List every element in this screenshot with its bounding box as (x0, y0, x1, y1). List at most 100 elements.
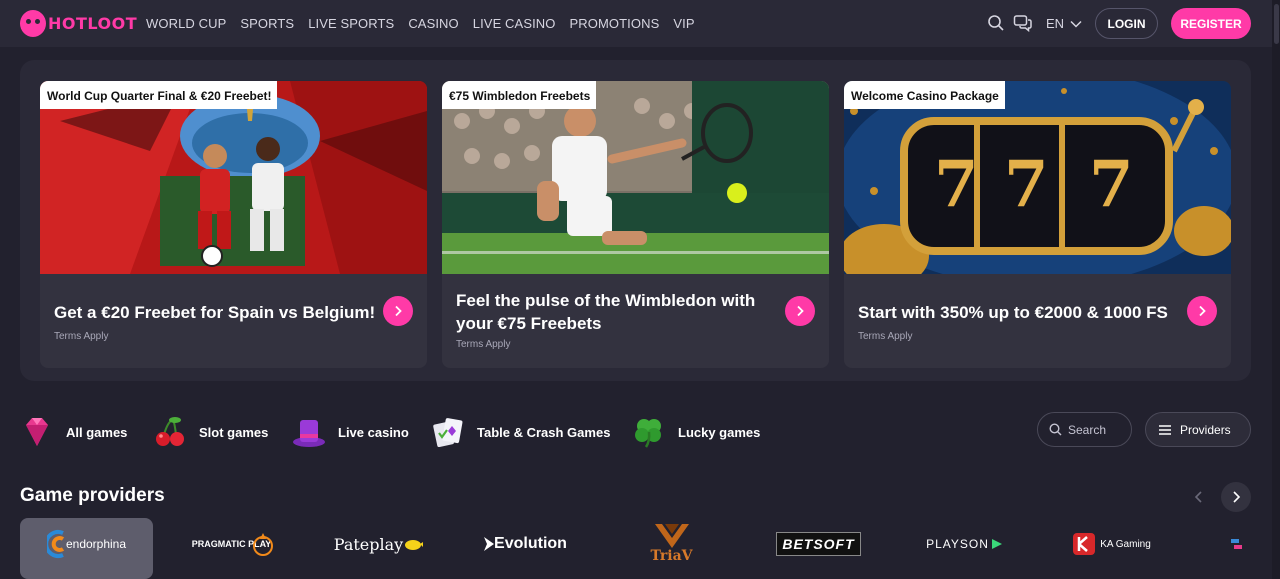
provider-name: BETSOFT (776, 532, 861, 556)
svg-text:7: 7 (1004, 147, 1049, 222)
search-icon[interactable] (987, 14, 1005, 32)
promo-open-button[interactable] (383, 296, 413, 326)
promo-card-wimbledon[interactable]: €75 Wimbledon Freebets Feel the pulse of… (442, 81, 829, 368)
language-selector[interactable]: EN (1046, 16, 1082, 31)
chevron-right-icon (1199, 305, 1206, 317)
category-all-games[interactable]: All games (20, 414, 127, 450)
provider-logo: PLAYSON (926, 518, 1003, 570)
pragmatic-logo-icon (253, 533, 274, 556)
category-live-casino[interactable]: Live casino (292, 414, 409, 450)
chat-icon[interactable] (1013, 14, 1032, 32)
casino-banner-image: 7 7 7 (844, 81, 1231, 274)
svg-text:7: 7 (934, 147, 979, 222)
chevron-left-icon (1194, 491, 1202, 503)
provider-logo-partial-icon (1231, 539, 1242, 549)
clover-icon (635, 419, 661, 448)
triav-logo-icon (654, 524, 689, 548)
endorphina-logo-icon (46, 530, 65, 558)
scrollbar-thumb[interactable] (1274, 4, 1279, 44)
language-label: EN (1046, 16, 1065, 31)
provider-tile[interactable] (1191, 518, 1251, 579)
chevron-right-icon (797, 305, 804, 317)
skull-logo-icon (20, 10, 46, 37)
provider-logo: Pateplay (333, 518, 424, 570)
nav-casino[interactable]: CASINO (408, 16, 458, 31)
provider-logo: Evolution (484, 518, 567, 570)
providers-carousel: endorphina PRAGMATIC PLAY Pateplay Evolu… (20, 518, 1251, 579)
play-icon (991, 539, 1002, 549)
provider-name: Evolution (494, 535, 567, 552)
section-title: Game providers (20, 485, 165, 506)
world-cup-banner-image (40, 81, 427, 274)
nav-sports[interactable]: SPORTS (240, 16, 294, 31)
category-slot-games[interactable]: Slot games (153, 414, 268, 450)
provider-name: PLAYSON (926, 537, 989, 551)
provider-tile[interactable]: PRAGMATIC PLAY (166, 518, 299, 579)
promo-title: Get a €20 Freebet for Spain vs Belgium! (54, 303, 376, 322)
hotloot-logo[interactable]: HOTLOOT (20, 10, 137, 37)
search-label: Search (1068, 422, 1107, 437)
promo-terms[interactable]: Terms Apply (456, 339, 510, 350)
category-label: Table & Crash Games (477, 424, 611, 440)
provider-logo: BETSOFT (776, 518, 861, 570)
nav-live-sports[interactable]: LIVE SPORTS (308, 16, 394, 31)
cards-icon (433, 418, 463, 448)
chevron-right-icon (1233, 491, 1241, 503)
menu-icon (1159, 424, 1171, 435)
provider-logo: endorphina (46, 518, 126, 570)
promo-terms[interactable]: Terms Apply (54, 331, 108, 342)
promo-tag: World Cup Quarter Final & €20 Freebet! (40, 81, 278, 109)
providers-prev-button[interactable] (1186, 484, 1212, 510)
ka-gaming-logo-icon (1073, 533, 1096, 555)
provider-logo (1198, 518, 1244, 570)
category-label: Lucky games (678, 424, 761, 440)
provider-name: TriaV (650, 548, 693, 564)
promo-open-button[interactable] (785, 296, 815, 326)
provider-logo: KA Gaming (1072, 518, 1151, 570)
top-hat-icon (293, 420, 325, 447)
page-scrollbar[interactable] (1272, 0, 1280, 579)
bird-icon (405, 540, 424, 550)
category-lucky-games[interactable]: Lucky games (632, 414, 760, 450)
game-search-button[interactable]: Search (1037, 412, 1132, 447)
provider-name: KA Gaming (1100, 538, 1151, 550)
cherry-icon (156, 417, 184, 446)
provider-name: Pateplay (333, 534, 404, 554)
nav-world-cup[interactable]: WORLD CUP (146, 16, 226, 31)
promo-card-casino[interactable]: 7 7 7 Welcome Casino Package Start with … (844, 81, 1231, 368)
promotions-panel: World Cup Quarter Final & €20 Freebet! G… (20, 60, 1251, 381)
category-label: Slot games (199, 424, 269, 440)
main-nav: WORLD CUP SPORTS LIVE SPORTS CASINO LIVE… (146, 16, 709, 31)
search-icon (1049, 423, 1062, 436)
wimbledon-banner-image (442, 81, 829, 274)
nav-live-casino[interactable]: LIVE CASINO (473, 16, 556, 31)
gem-icon (26, 418, 48, 446)
evolution-logo-icon (484, 537, 495, 551)
provider-logo: PRAGMATIC PLAY (192, 518, 274, 570)
promo-title: Feel the pulse of the Wimbledon with you… (456, 291, 756, 333)
nav-promotions[interactable]: PROMOTIONS (570, 16, 660, 31)
provider-tile[interactable]: Evolution (459, 518, 592, 579)
provider-tile[interactable]: PLAYSON (898, 518, 1031, 579)
svg-text:7: 7 (1089, 147, 1134, 222)
providers-filter-button[interactable]: Providers (1145, 412, 1251, 447)
logo-text: HOTLOOT (48, 14, 138, 33)
provider-tile[interactable]: endorphina (20, 518, 153, 579)
register-button[interactable]: REGISTER (1171, 8, 1251, 39)
promo-open-button[interactable] (1187, 296, 1217, 326)
provider-tile[interactable]: KA Gaming (1045, 518, 1178, 579)
providers-next-button[interactable] (1221, 482, 1251, 512)
promo-terms[interactable]: Terms Apply (858, 331, 912, 342)
promo-tag: Welcome Casino Package (844, 81, 1005, 109)
provider-tile[interactable]: Pateplay (312, 518, 445, 579)
category-table-crash[interactable]: Table & Crash Games (431, 414, 610, 450)
chevron-right-icon (395, 305, 402, 317)
login-button[interactable]: LOGIN (1095, 8, 1158, 39)
top-header: HOTLOOT WORLD CUP SPORTS LIVE SPORTS CAS… (0, 0, 1272, 47)
category-label: All games (66, 424, 128, 440)
provider-tile[interactable]: BETSOFT (752, 518, 885, 579)
nav-vip[interactable]: VIP (673, 16, 694, 31)
promo-tag: €75 Wimbledon Freebets (442, 81, 597, 109)
promo-card-world-cup[interactable]: World Cup Quarter Final & €20 Freebet! G… (40, 81, 427, 368)
provider-tile[interactable]: TriaV (605, 518, 738, 579)
